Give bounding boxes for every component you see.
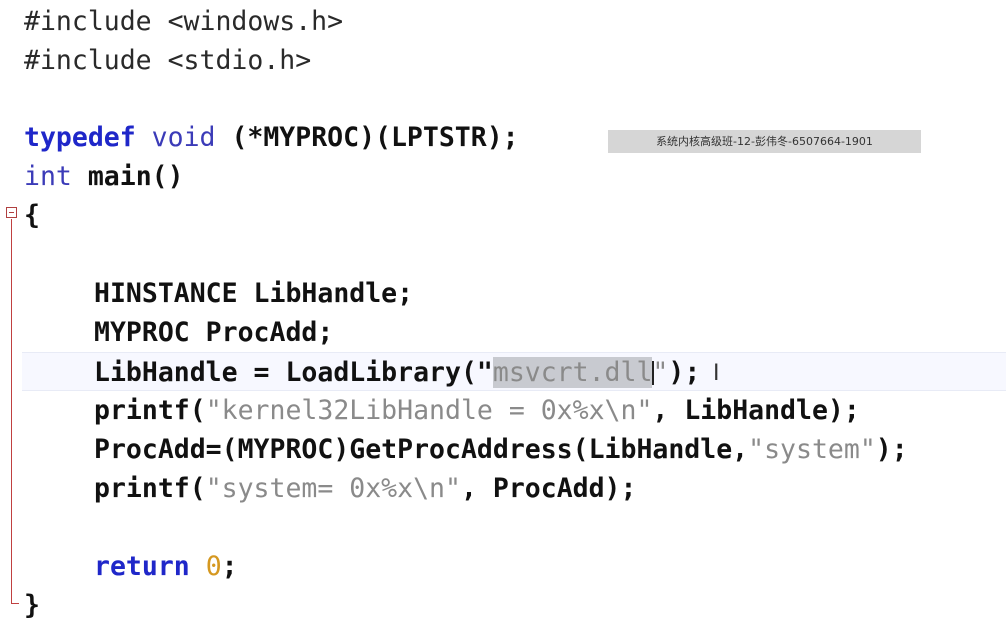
code-line-6[interactable]: {: [24, 196, 40, 235]
printf-args: , ProcAdd);: [460, 473, 637, 504]
code-line-9[interactable]: MYPROC ProcAdd;: [24, 313, 333, 352]
code-line-12[interactable]: ProcAdd=(MYPROC)GetProcAddress(LibHandle…: [24, 430, 908, 469]
declaration-libhandle: HINSTANCE LibHandle;: [94, 278, 414, 309]
main-signature: main(): [71, 161, 184, 192]
include-file: <windows.h>: [151, 6, 344, 37]
code-line-8[interactable]: HINSTANCE LibHandle;: [24, 274, 413, 313]
void-keyword: void: [151, 122, 216, 153]
typedef-keyword: typedef: [24, 122, 136, 153]
loadlibrary-end: );: [668, 357, 701, 388]
string-literal: "system": [748, 434, 876, 465]
include-file: <stdio.h>: [151, 45, 312, 76]
code-line-2[interactable]: #include <stdio.h>: [24, 41, 311, 80]
string-literal: "kernel32LibHandle = 0x%x\n": [205, 395, 653, 426]
declaration-procadd: MYPROC ProcAdd;: [94, 317, 334, 348]
code-line-5[interactable]: int main(): [24, 157, 184, 196]
preprocessor-directive: #include: [24, 6, 152, 37]
return-keyword: return: [94, 551, 190, 582]
semicolon: ;: [221, 551, 238, 582]
open-brace: {: [24, 200, 40, 231]
outline-guide-end: [11, 603, 19, 604]
code-line-13[interactable]: printf("system= 0x%x\n", ProcAdd);: [24, 469, 636, 508]
printf-args: , LibHandle);: [652, 395, 860, 426]
code-line-4[interactable]: typedef void (*MYPROC)(LPTSTR);: [24, 118, 519, 157]
number-literal: 0: [205, 551, 222, 582]
outline-guide: [11, 219, 12, 604]
collapse-toggle-icon[interactable]: [6, 207, 17, 218]
string-close-quote: ": [652, 357, 669, 388]
close-brace: }: [24, 590, 40, 621]
preprocessor-directive: #include: [24, 45, 152, 76]
code-line-11[interactable]: printf("kernel32LibHandle = 0x%x\n", Lib…: [24, 391, 860, 430]
int-keyword: int: [24, 161, 72, 192]
typedef-declaration: (*MYPROC)(LPTSTR);: [215, 122, 519, 153]
code-line-1[interactable]: #include <windows.h>: [24, 2, 343, 41]
printf-function: printf(: [94, 473, 206, 504]
code-line-15[interactable]: return 0;: [24, 547, 238, 586]
getprocaddress-call: ProcAdd=(MYPROC)GetProcAddress(LibHandle…: [94, 434, 749, 465]
code-line-10-current[interactable]: LibHandle = LoadLibrary("msvcrt.dll");: [22, 352, 1006, 391]
string-literal: "system= 0x%x\n": [205, 473, 461, 504]
watermark-banner: 系统内核高级班-12-彭伟冬-6507664-1901: [608, 130, 921, 153]
getprocaddress-end: );: [875, 434, 908, 465]
selected-text[interactable]: msvcrt.dll: [492, 357, 653, 388]
printf-function: printf(: [94, 395, 206, 426]
ibeam-cursor-icon: I: [713, 361, 720, 386]
code-editor[interactable]: #include <windows.h> #include <stdio.h> …: [0, 0, 1006, 638]
loadlibrary-call: LibHandle = LoadLibrary(": [94, 357, 493, 388]
code-line-16[interactable]: }: [24, 586, 40, 625]
